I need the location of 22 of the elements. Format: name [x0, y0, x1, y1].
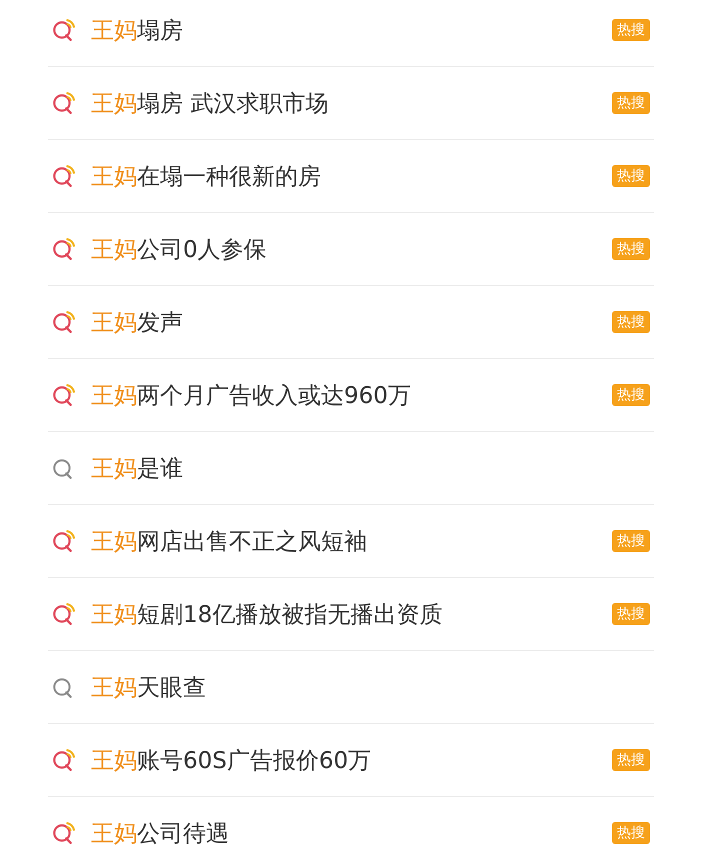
hot-badge: 热搜	[612, 19, 650, 41]
suggestion-text[interactable]: 王妈天眼查	[91, 672, 654, 702]
hot-badge: 热搜	[612, 384, 650, 406]
suggestion-text[interactable]: 王妈塌房	[91, 14, 612, 46]
suggestion-text[interactable]: 王妈公司0人参保	[91, 234, 612, 264]
hot-badge: 热搜	[612, 530, 650, 552]
suggestion-text[interactable]: 王妈短剧18亿播放被指无播出资质	[91, 598, 612, 630]
hot-badge: 热搜	[612, 603, 650, 625]
suggestion-text[interactable]: 王妈在塌一种很新的房	[91, 160, 612, 192]
hot-badge: 热搜	[612, 311, 650, 333]
suggestion-text[interactable]: 王妈公司待遇	[91, 818, 612, 848]
suggestion-text[interactable]: 王妈是谁	[91, 452, 654, 484]
hot-badge: 热搜	[612, 92, 650, 114]
hot-badge: 热搜	[612, 822, 650, 844]
suggestion-text[interactable]: 王妈网店出售不正之风短袖	[91, 526, 612, 556]
hot-badge: 热搜	[612, 238, 650, 260]
suggestion-text[interactable]: 王妈发声	[91, 306, 612, 338]
hot-badge: 热搜	[612, 165, 650, 187]
suggestion-text[interactable]: 王妈塌房 武汉求职市场	[91, 88, 612, 118]
hot-badge: 热搜	[612, 749, 650, 771]
suggestion-text[interactable]: 王妈两个月广告收入或达960万	[91, 380, 612, 410]
suggestion-text[interactable]: 王妈账号60S广告报价60万	[91, 744, 612, 776]
